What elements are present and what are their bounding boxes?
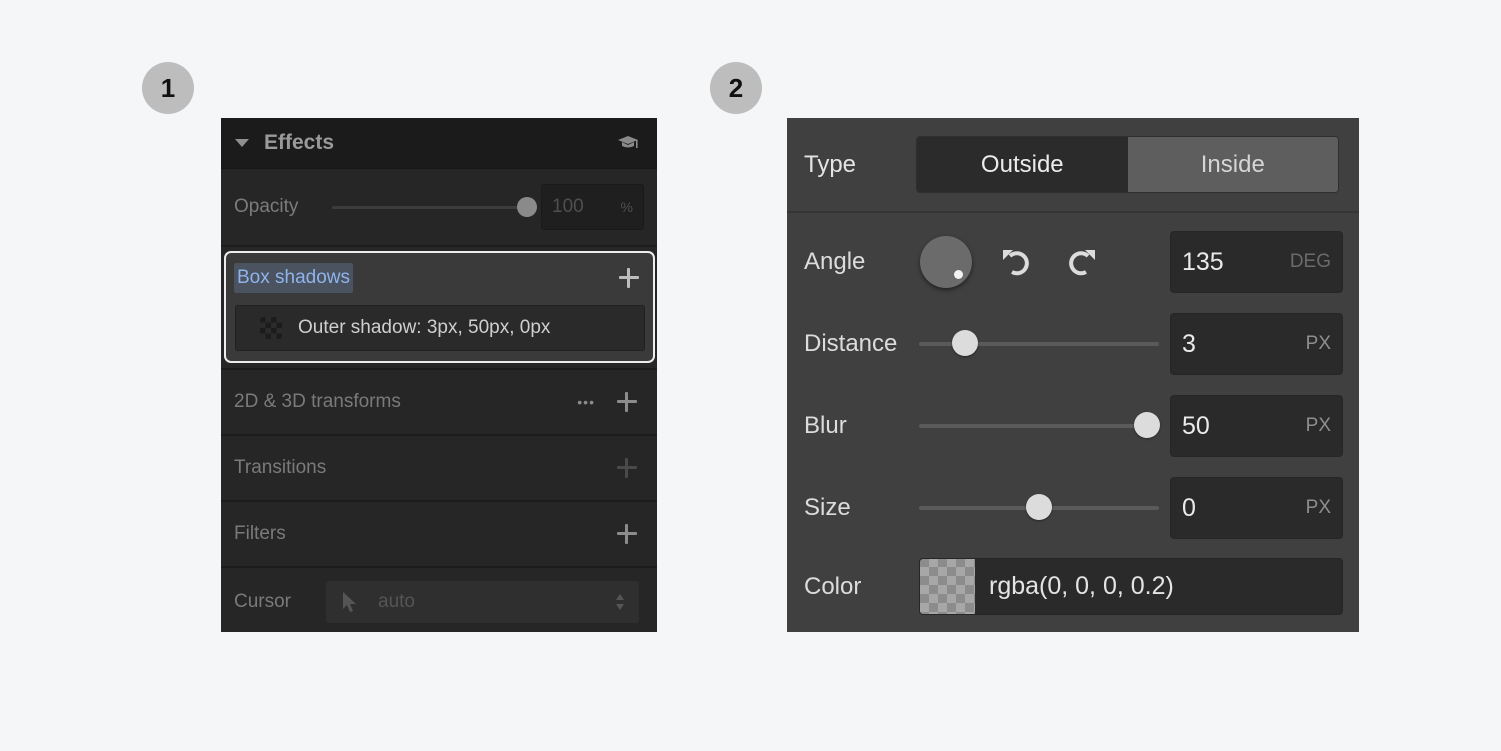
distance-value: 3 xyxy=(1182,329,1196,358)
distance-label: Distance xyxy=(804,330,898,357)
color-input[interactable]: rgba(0, 0, 0, 0.2) xyxy=(919,558,1343,615)
blur-slider-knob[interactable] xyxy=(1134,412,1160,438)
opacity-value: 100 xyxy=(552,196,584,217)
add-transform-plus-icon[interactable] xyxy=(617,392,637,412)
blur-row: Blur 50 PX xyxy=(787,394,1359,458)
color-label: Color xyxy=(804,573,862,600)
size-slider-knob[interactable] xyxy=(1026,494,1052,520)
cursor-select[interactable]: auto xyxy=(326,581,640,623)
type-outside-button[interactable]: Outside xyxy=(917,137,1128,192)
type-row: Type Outside Inside xyxy=(787,118,1359,213)
distance-unit: PX xyxy=(1305,333,1331,354)
effects-panel: Effects Opacity 100 % Box shadows Outer … xyxy=(221,118,657,632)
rotate-left-icon[interactable] xyxy=(1000,245,1034,279)
angle-dial[interactable] xyxy=(920,236,972,288)
transitions-section[interactable]: Transitions xyxy=(221,434,657,500)
size-input[interactable]: 0 PX xyxy=(1170,477,1343,539)
transforms-section[interactable]: 2D & 3D transforms ••• xyxy=(221,368,657,434)
more-dots-icon[interactable]: ••• xyxy=(577,394,595,410)
type-label: Type xyxy=(804,150,857,178)
shadow-swatch-icon xyxy=(260,317,282,339)
distance-row: Distance 3 PX xyxy=(787,312,1359,376)
size-slider[interactable] xyxy=(919,494,1159,520)
blur-input[interactable]: 50 PX xyxy=(1170,395,1343,457)
graduation-cap-icon[interactable] xyxy=(617,134,639,152)
blur-unit: PX xyxy=(1305,415,1331,436)
blur-slider[interactable] xyxy=(919,412,1160,438)
color-value: rgba(0, 0, 0, 0.2) xyxy=(989,572,1174,600)
box-shadows-section: Box shadows Outer shadow: 3px, 50px, 0px xyxy=(224,251,655,363)
step-badge-2: 2 xyxy=(710,62,762,114)
distance-slider-knob[interactable] xyxy=(951,330,978,356)
add-filter-plus-icon[interactable] xyxy=(617,524,637,544)
transitions-label: Transitions xyxy=(234,457,327,478)
angle-label: Angle xyxy=(804,248,866,275)
box-shadow-item-label: Outer shadow: 3px, 50px, 0px xyxy=(298,317,551,338)
opacity-label: Opacity xyxy=(234,196,299,217)
angle-row: Angle 135 DEG xyxy=(787,230,1359,294)
rotate-right-icon[interactable] xyxy=(1064,245,1098,279)
opacity-unit: % xyxy=(620,199,633,215)
color-row: Color rgba(0, 0, 0, 0.2) xyxy=(787,555,1359,619)
angle-dial-dot xyxy=(954,270,963,279)
opacity-input[interactable]: 100 % xyxy=(541,184,644,230)
box-shadow-item[interactable]: Outer shadow: 3px, 50px, 0px xyxy=(235,305,645,351)
filters-section[interactable]: Filters xyxy=(221,500,657,566)
cursor-value: auto xyxy=(378,591,415,612)
collapse-triangle-icon[interactable] xyxy=(235,139,249,147)
select-updown-icon xyxy=(616,594,625,610)
distance-input[interactable]: 3 PX xyxy=(1170,313,1343,375)
distance-slider[interactable] xyxy=(919,330,1159,356)
cursor-section: Cursor auto xyxy=(221,566,657,632)
blur-label: Blur xyxy=(804,412,847,439)
cursor-label: Cursor xyxy=(234,591,292,612)
size-value: 0 xyxy=(1182,493,1196,522)
angle-unit: DEG xyxy=(1289,251,1331,272)
angle-input[interactable]: 135 DEG xyxy=(1170,231,1343,293)
type-inside-button[interactable]: Inside xyxy=(1127,137,1339,192)
box-shadow-editor: Type Outside Inside Angle 135 DEG Distan… xyxy=(787,118,1359,632)
color-swatch[interactable] xyxy=(920,559,975,614)
type-toggle[interactable]: Outside Inside xyxy=(916,136,1340,193)
transforms-label: 2D & 3D transforms xyxy=(234,391,401,412)
arrow-cursor-icon xyxy=(343,592,357,612)
step-badge-1: 1 xyxy=(142,62,194,114)
effects-header[interactable]: Effects xyxy=(221,118,657,169)
blur-value: 50 xyxy=(1182,411,1210,440)
add-transition-plus-icon[interactable] xyxy=(617,458,637,478)
box-shadows-label: Box shadows xyxy=(234,263,354,293)
size-row: Size 0 PX xyxy=(787,476,1359,540)
size-label: Size xyxy=(804,494,851,521)
effects-title: Effects xyxy=(264,131,335,154)
opacity-slider-knob[interactable] xyxy=(517,196,538,217)
add-box-shadow-plus-icon[interactable] xyxy=(619,268,639,288)
filters-label: Filters xyxy=(234,523,286,544)
size-unit: PX xyxy=(1305,497,1331,518)
angle-value: 135 xyxy=(1182,247,1224,276)
opacity-slider[interactable] xyxy=(332,196,538,217)
opacity-row: Opacity 100 % xyxy=(221,169,657,247)
